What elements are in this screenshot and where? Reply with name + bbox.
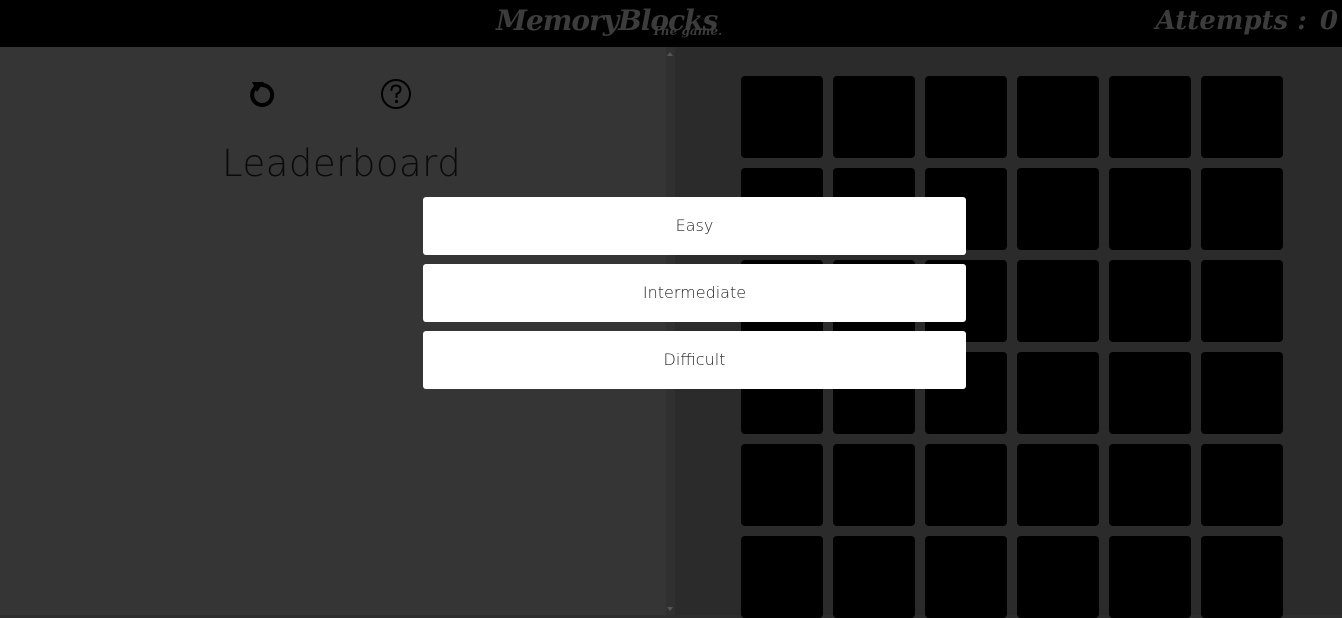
brand-subtitle: The game. [652, 24, 723, 38]
easy-button[interactable]: Easy [423, 197, 966, 255]
restart-button[interactable] [244, 76, 280, 112]
memory-tile[interactable] [925, 444, 1007, 526]
memory-tile[interactable] [1109, 76, 1191, 158]
memory-tile[interactable] [1201, 260, 1283, 342]
memory-tile[interactable] [1017, 76, 1099, 158]
memory-tile[interactable] [741, 76, 823, 158]
memory-tile[interactable] [1201, 168, 1283, 250]
memory-tile[interactable] [1109, 536, 1191, 618]
memory-tile[interactable] [833, 536, 915, 618]
memory-tile[interactable] [1109, 260, 1191, 342]
difficulty-menu: Easy Intermediate Difficult [423, 197, 966, 398]
restart-icon [250, 82, 275, 107]
memory-tile[interactable] [1201, 444, 1283, 526]
leaderboard-title: Leaderboard [222, 142, 462, 185]
memory-tile[interactable] [1201, 76, 1283, 158]
memory-tile[interactable] [925, 536, 1007, 618]
top-bar: MemoryBlocks The game. Attempts : 0 [0, 0, 1342, 47]
memory-tile[interactable] [741, 536, 823, 618]
memory-tile[interactable] [925, 76, 1007, 158]
memory-tile[interactable] [1109, 444, 1191, 526]
memory-tile[interactable] [1017, 444, 1099, 526]
memory-tile[interactable] [741, 444, 823, 526]
help-button[interactable] [378, 76, 414, 112]
intermediate-button[interactable]: Intermediate [423, 264, 966, 322]
memory-tile[interactable] [1109, 168, 1191, 250]
memory-tile[interactable] [1201, 352, 1283, 434]
scroll-down-arrow-icon[interactable] [667, 607, 673, 611]
memory-tile[interactable] [1109, 352, 1191, 434]
attempts-label: Attempts : [1155, 6, 1307, 36]
memory-tile[interactable] [1017, 352, 1099, 434]
memory-tile[interactable] [833, 444, 915, 526]
memory-tile[interactable] [1201, 536, 1283, 618]
memory-tile[interactable] [1017, 536, 1099, 618]
attempts-counter: Attempts : 0 [1152, 6, 1338, 36]
memory-tile[interactable] [1017, 260, 1099, 342]
help-question-icon [381, 79, 411, 109]
memory-tile[interactable] [1017, 168, 1099, 250]
scroll-up-arrow-icon[interactable] [667, 52, 673, 56]
memory-tile[interactable] [833, 76, 915, 158]
attempts-value: 0 [1319, 6, 1338, 36]
difficult-button[interactable]: Difficult [423, 331, 966, 389]
